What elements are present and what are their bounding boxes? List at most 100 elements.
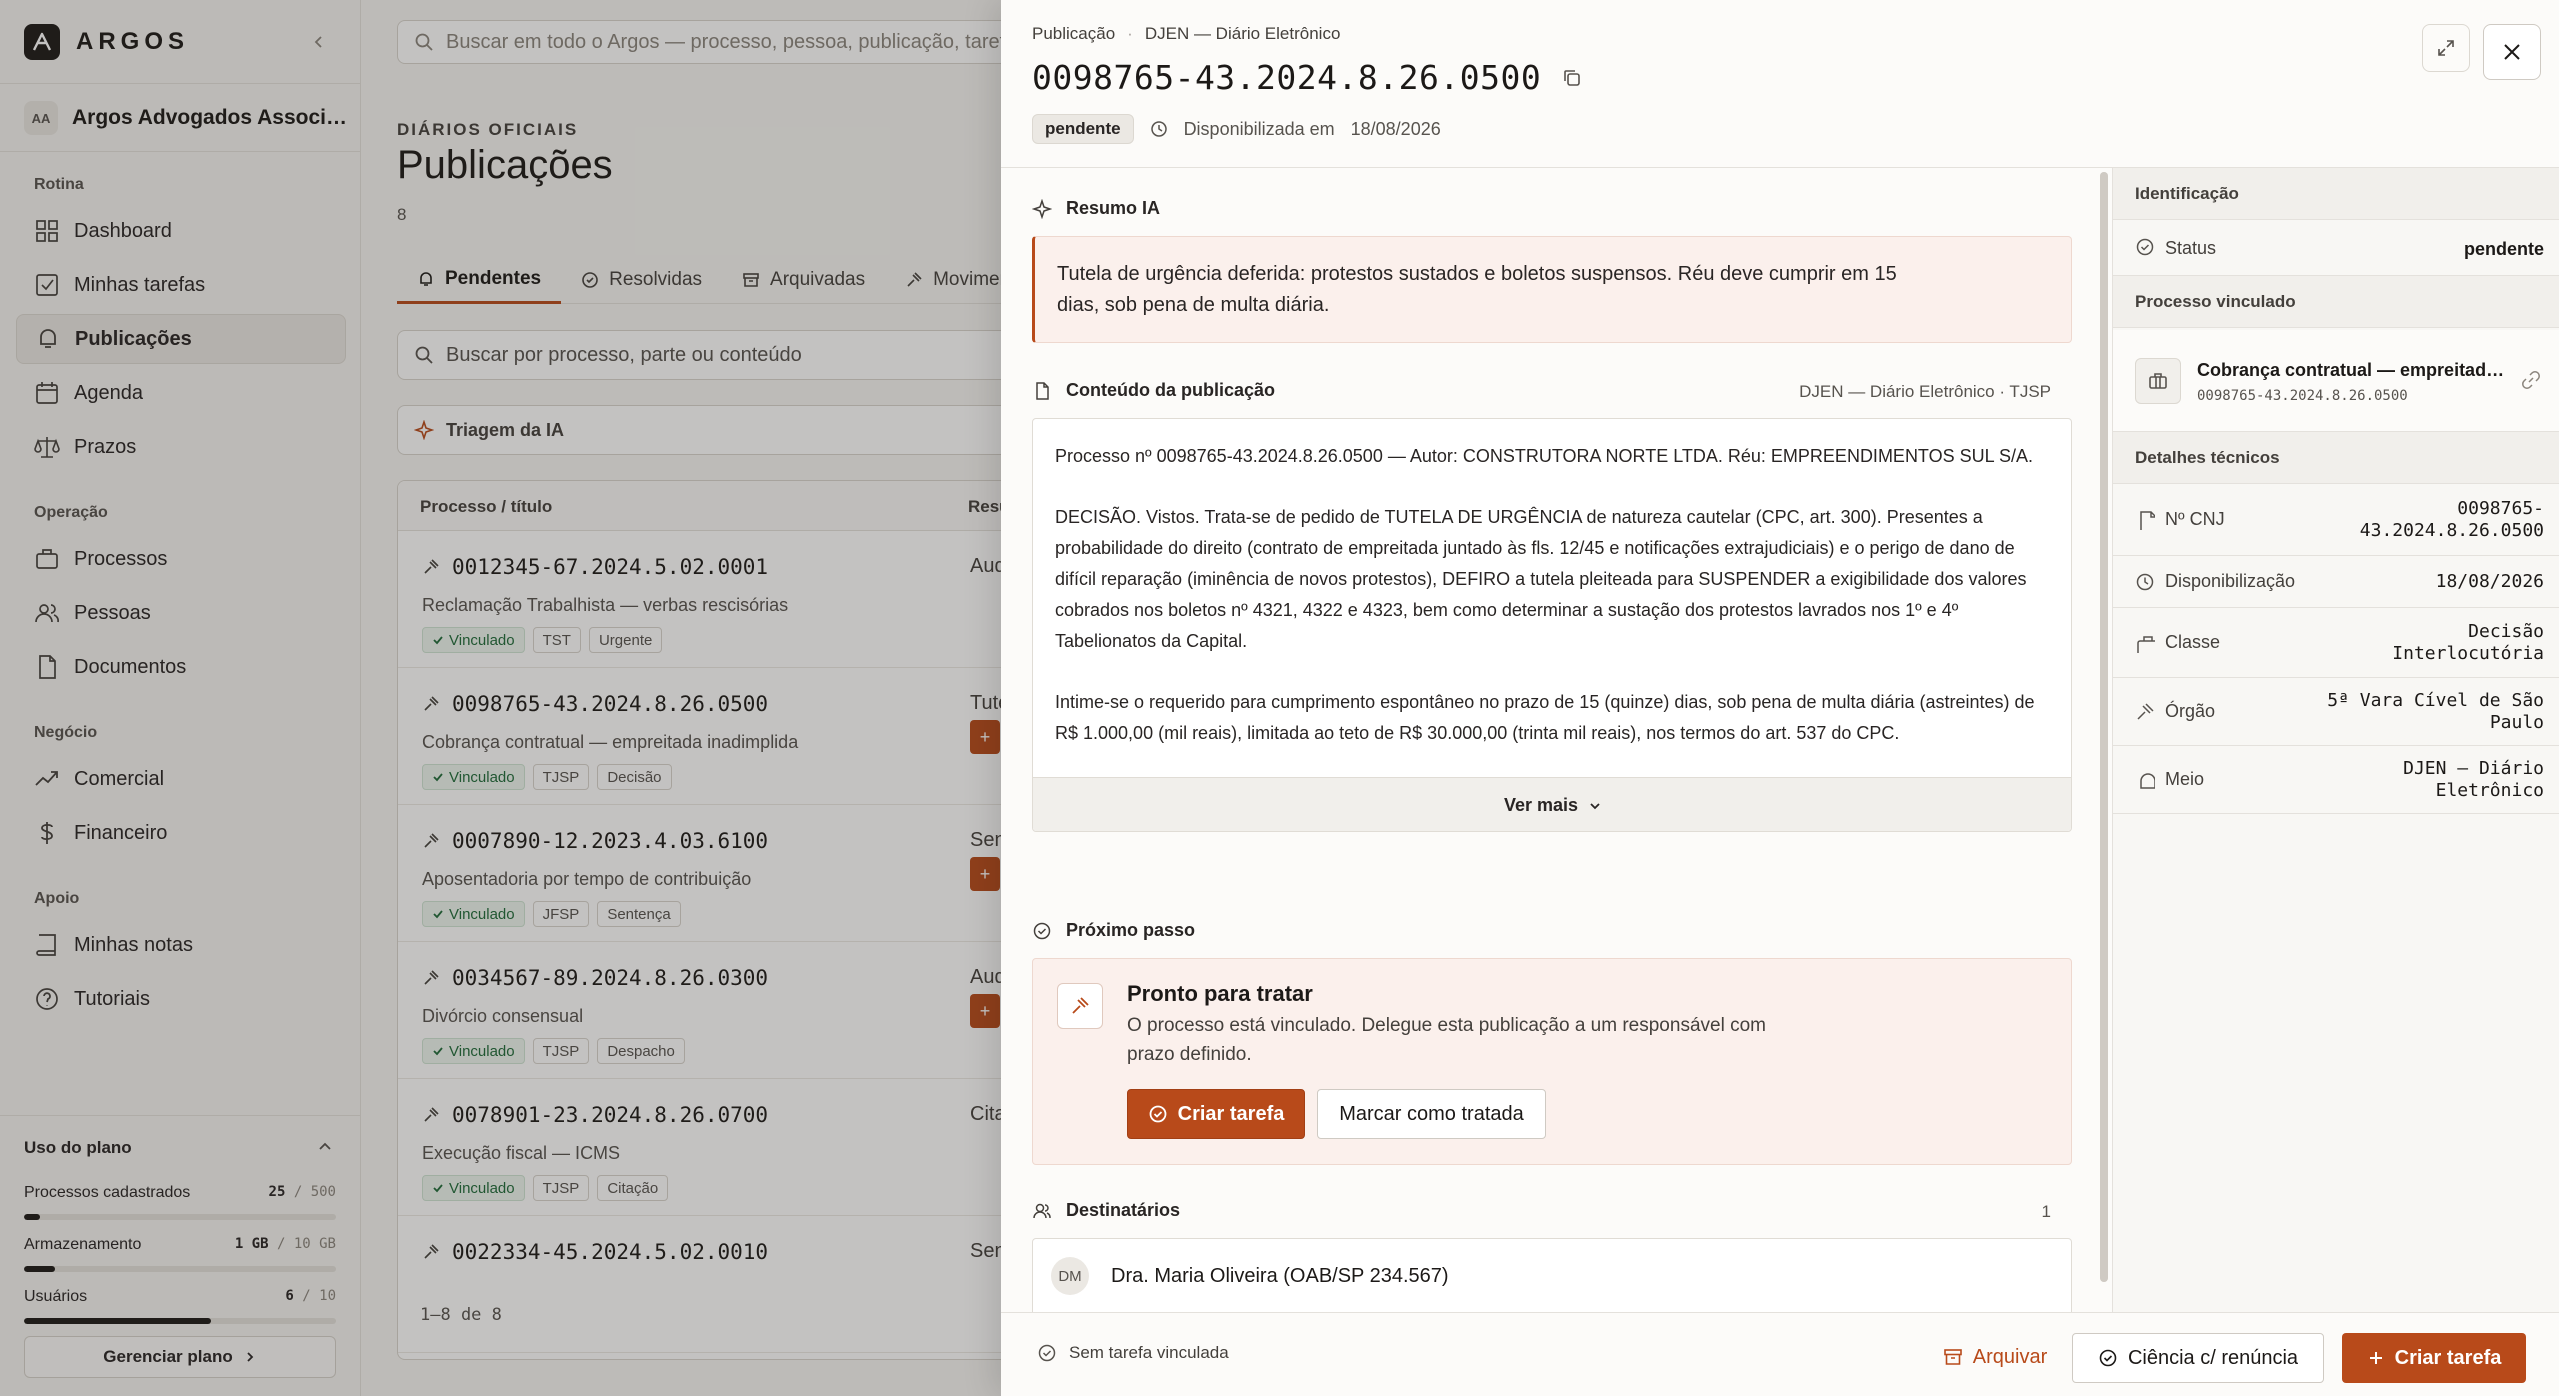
detail-value-line: DJEN — Diário (2403, 758, 2544, 779)
acknowledge-waive-label: Ciência c/ renúncia (2127, 1346, 2299, 1369)
detail-row: Classe Decisão Interlocutória (2113, 608, 2559, 678)
archive-label: Arquivar (1972, 1345, 2048, 1368)
available-label: Disponibilizada em (1183, 118, 1335, 139)
detail-key: Nº CNJ (2165, 509, 2225, 529)
create-task-button[interactable]: Criar tarefa (1127, 1089, 1305, 1139)
detail-value-line: 18/08/2026 (2435, 571, 2544, 592)
drawer-title: 0098765-43.2024.8.26.0500 (1032, 58, 1583, 97)
mark-as-handled-button[interactable]: Marcar como tratada (1317, 1089, 1546, 1139)
detail-key: Meio (2165, 769, 2205, 789)
expand-icon (2438, 40, 2454, 56)
next-step-card: Pronto para tratar O processo está vincu… (1032, 958, 2072, 1165)
check-circle-icon (2099, 1349, 2117, 1367)
ai-summary-header: Resumo IA (1032, 198, 1160, 219)
technical-details-header: Detalhes técnicos (2113, 432, 2559, 484)
publication-text: Processo nº 0098765-43.2024.8.26.0500 — … (1055, 441, 2045, 831)
clock-icon (2135, 572, 2155, 592)
status-badge: pendente (1032, 114, 1134, 144)
detail-value: 18/08/2026 (2436, 571, 2544, 593)
users-icon (1033, 1203, 1051, 1218)
detail-value: DJEN — Diário Eletrônico (2403, 758, 2544, 802)
sparkle-icon (1032, 198, 1052, 219)
bell-icon (2135, 770, 2155, 790)
detail-value-line: 0098765- (2457, 498, 2544, 519)
detail-row: Nº CNJ 0098765- 43.2024.8.26.0500 (2113, 484, 2559, 556)
detail-row: Meio DJEN — Diário Eletrônico (2113, 746, 2559, 814)
task-status-label: Sem tarefa vinculada (1069, 1343, 1229, 1362)
detail-value-line: Eletrônico (2435, 780, 2544, 801)
detail-value: 0098765- 43.2024.8.26.0500 (2360, 498, 2544, 542)
ai-summary-label: Resumo IA (1066, 198, 1161, 218)
drawer-status-row: pendente Disponibilizada em 18/08/2026 (1032, 114, 1441, 144)
briefcase-icon (2135, 358, 2181, 404)
acknowledge-waive-button[interactable]: Ciência c/ renúncia (2072, 1333, 2324, 1383)
briefcase-icon (2135, 633, 2155, 653)
breadcrumb-section: Publicação (1032, 24, 1116, 43)
archive-icon (1943, 1349, 1962, 1365)
drawer-header: Publicação · DJEN — Diário Eletrônico 00… (1001, 0, 2559, 168)
linked-process-number: 0098765-43.2024.8.26.0500 (2197, 388, 2408, 404)
process-number: 0098765-43.2024.8.26.0500 (1032, 58, 1542, 97)
content-source: DJEN — Diário Eletrônico · TJSP (1799, 382, 2051, 401)
plus-icon (2369, 1352, 2382, 1364)
recipients-header: Destinatários (1032, 1200, 1180, 1221)
chevron-down-icon (1590, 802, 1600, 809)
avatar: DM (1051, 1257, 1089, 1295)
archive-button[interactable]: Arquivar (1928, 1333, 2062, 1381)
show-more-button[interactable]: Ver mais (1033, 777, 2071, 831)
gavel-icon (1057, 983, 1103, 1029)
scrollbar[interactable] (2100, 172, 2108, 1282)
recipients-count: 1 (2041, 1202, 2051, 1221)
footer-create-task-button[interactable]: Criar tarefa (2342, 1333, 2526, 1383)
drawer-side-panel: Identificação Status pendente Processo v… (2112, 168, 2559, 1312)
check-circle-icon (2135, 237, 2155, 257)
content-header: Conteúdo da publicação (1032, 380, 1275, 401)
ai-summary-box: Tutela de urgência deferida: protestos s… (1032, 236, 2072, 343)
next-step-label: Próximo passo (1066, 920, 1196, 940)
next-step-description: O processo está vinculado. Delegue esta … (1127, 1015, 1766, 1065)
available-date: 18/08/2026 (1350, 118, 1441, 139)
link-icon[interactable] (2521, 370, 2541, 390)
publication-paragraph: Intime-se o requerido para cumprimento e… (1055, 692, 2035, 743)
ai-summary-text: Tutela de urgência deferida: protestos s… (1057, 263, 1897, 316)
next-step-header: Próximo passo (1032, 920, 1195, 941)
detail-value-line: Interlocutória (2392, 643, 2544, 664)
check-circle-icon (1033, 922, 1051, 939)
recipient-name: Dra. Maria Oliveira (OAB/SP 234.567) (1111, 1265, 1449, 1287)
expand-button[interactable] (2422, 24, 2470, 72)
close-icon (2504, 44, 2520, 60)
publication-paragraph: Processo nº 0098765-43.2024.8.26.0500 — … (1055, 446, 2033, 466)
recipient-item[interactable]: DM Dra. Maria Oliveira (OAB/SP 234.567) (1032, 1238, 2072, 1312)
detail-row: Órgão 5ª Vara Cível de São Paulo (2113, 678, 2559, 746)
content-label: Conteúdo da publicação (1066, 380, 1276, 400)
next-step-title: Pronto para tratar (1127, 981, 1313, 1006)
status-row: Status pendente (2113, 220, 2559, 276)
drawer-footer: Sem tarefa vinculada Arquivar Ciência c/… (1001, 1312, 2559, 1396)
close-button[interactable] (2483, 24, 2541, 80)
linked-process-header: Processo vinculado (2113, 276, 2559, 328)
publication-paragraph: DECISÃO. Vistos. Trata-se de pedido de T… (1055, 507, 2027, 651)
detail-value: Decisão Interlocutória (2392, 621, 2544, 665)
breadcrumb-source: DJEN — Diário Eletrônico (1144, 24, 1341, 43)
detail-value-line: 43.2024.8.26.0500 (2359, 520, 2544, 541)
detail-row: Disponibilização 18/08/2026 (2113, 556, 2559, 608)
detail-value-line: Paulo (2489, 712, 2544, 733)
status-value: pendente (2463, 239, 2544, 259)
show-more-label: Ver mais (1503, 795, 1579, 815)
linked-process-title: Cobrança contratual — empreitada inadimp… (2197, 360, 2507, 380)
check-circle-icon (1149, 1105, 1167, 1123)
detail-key: Disponibilização (2165, 571, 2296, 591)
footer-create-task-label: Criar tarefa (2394, 1346, 2502, 1369)
recipients-label: Destinatários (1066, 1200, 1181, 1220)
copy-icon[interactable] (1561, 67, 1583, 89)
publication-drawer: Publicação · DJEN — Diário Eletrônico 00… (1001, 0, 2559, 1396)
linked-process-card[interactable]: Cobrança contratual — empreitada inadimp… (2113, 330, 2559, 432)
detail-key: Classe (2165, 632, 2221, 652)
task-status: Sem tarefa vinculada (1037, 1343, 1229, 1363)
breadcrumb-separator: · (1127, 24, 1133, 43)
status-key: Status (2165, 238, 2217, 258)
scrollbar-thumb[interactable] (2100, 172, 2108, 1282)
file-icon (1036, 381, 1049, 400)
publication-content: Processo nº 0098765-43.2024.8.26.0500 — … (1032, 418, 2072, 832)
identification-header: Identificação (2113, 168, 2559, 220)
